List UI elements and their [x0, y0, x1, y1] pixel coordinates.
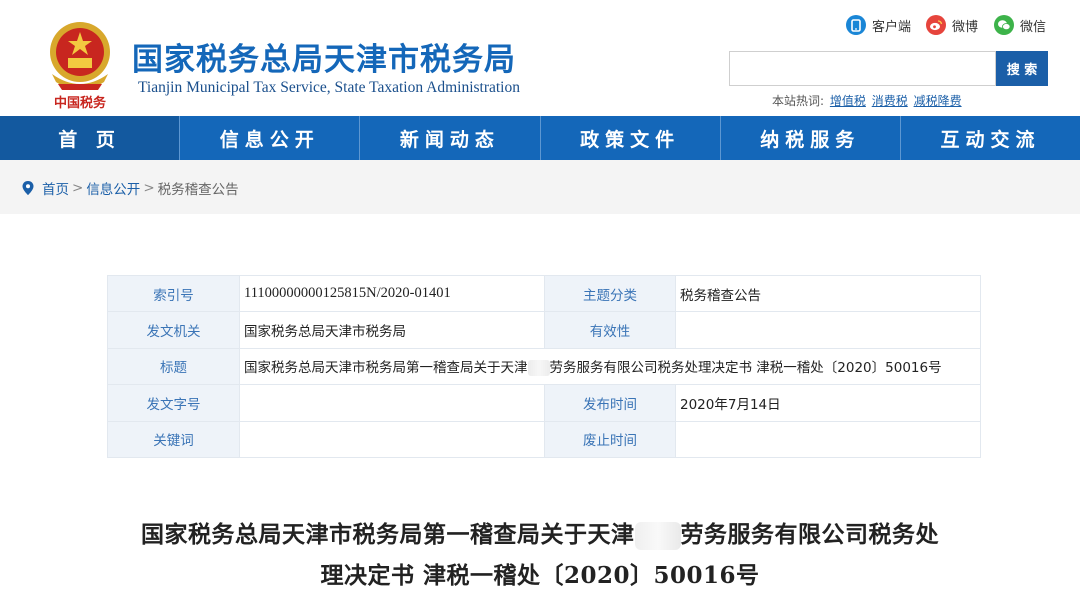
wechat-link[interactable]: 微信	[994, 14, 1046, 36]
docno-label: 发文字号	[107, 384, 240, 422]
hot-keywords: 本站热词: 增值税 消费税 减税降费	[772, 92, 962, 109]
nav-item-news[interactable]: 新闻动态	[360, 116, 541, 160]
issuer-label: 发文机关	[107, 311, 240, 349]
document-metadata-table: 索引号 11100000000125815N/2020-01401 主题分类 税…	[107, 274, 981, 458]
hotword-link[interactable]: 增值税	[830, 94, 866, 108]
breadcrumb-separator: >	[143, 180, 155, 196]
document-title-line2: 理决定书 津税一稽处〔2020〕50016号	[320, 562, 760, 589]
expire-value	[675, 420, 981, 458]
table-row: 发文字号 发布时间 2020年7月14日	[107, 384, 981, 422]
phone-icon	[846, 15, 866, 35]
nav-item-info-disclosure[interactable]: 信息公开	[180, 116, 361, 160]
topic-value: 税务稽查公告	[675, 274, 981, 313]
nav-item-home[interactable]: 首 页	[0, 116, 181, 160]
article-content: 索引号 11100000000125815N/2020-01401 主题分类 税…	[0, 214, 1080, 610]
table-row: 索引号 11100000000125815N/2020-01401 主题分类 税…	[107, 274, 981, 313]
pubdate-value: 2020年7月14日	[675, 384, 981, 422]
weibo-link[interactable]: 微博	[926, 14, 978, 36]
search-button[interactable]: 搜 索	[996, 51, 1048, 86]
client-app-label: 客户端	[872, 19, 912, 35]
keyword-label: 关键词	[107, 420, 240, 458]
nav-item-tax-service[interactable]: 纳税服务	[720, 116, 901, 160]
hotword-link[interactable]: 减税降费	[914, 94, 962, 108]
breadcrumb-current: 税务稽查公告	[157, 182, 239, 198]
hot-keywords-label: 本站热词:	[772, 94, 825, 108]
redacted-text	[527, 360, 550, 377]
table-row: 关键词 废止时间	[107, 420, 981, 458]
breadcrumb-bar: 首页 > 信息公开 > 税务稽查公告	[0, 160, 1080, 214]
breadcrumb-info-disclosure[interactable]: 信息公开	[86, 178, 140, 198]
client-app-link[interactable]: 客户端	[846, 14, 911, 36]
subject-value-end: 劳务服务有限公司税务处理决定书 津税一稽处〔2020〕50016号	[549, 360, 942, 377]
site-title[interactable]: 国家税务总局天津市税务局	[132, 34, 516, 79]
document-title-line1: 国家税务总局天津市税务局第一稽查局关于天津 劳务服务有限公司税务处	[100, 514, 980, 555]
document-title-start: 国家税务总局天津市税务局第一稽查局关于天津	[141, 521, 635, 548]
subject-value-start: 国家税务总局天津市税务局第一稽查局关于天津	[244, 360, 528, 377]
wechat-label: 微信	[1020, 19, 1047, 35]
topic-label: 主题分类	[544, 274, 676, 313]
document-title-mid: 劳务服务有限公司税务处	[680, 521, 939, 548]
national-emblem-logo: 中国税务	[50, 22, 110, 110]
index-label: 索引号	[107, 274, 240, 313]
site-subtitle-en: Tianjin Municipal Tax Service, State Tax…	[138, 79, 520, 96]
issuer-value: 国家税务总局天津市税务局	[239, 311, 545, 349]
nav-item-policy[interactable]: 政策文件	[540, 116, 721, 160]
site-header: 中国税务 国家税务总局天津市税务局 Tianjin Municipal Tax …	[0, 0, 1080, 116]
subject-label: 标题	[107, 347, 240, 386]
expire-label: 废止时间	[544, 420, 676, 458]
validity-value	[675, 311, 981, 349]
emblem-caption: 中国税务	[54, 95, 107, 110]
pubdate-label: 发布时间	[544, 384, 676, 422]
subject-value: 国家税务总局天津市税务局第一稽查局关于天津 劳务服务有限公司税务处理决定书 津税一…	[239, 347, 981, 386]
index-value: 11100000000125815N/2020-01401	[239, 274, 545, 313]
breadcrumb: 首页 > 信息公开 > 税务稽查公告	[22, 178, 239, 198]
nav-item-interaction[interactable]: 互动交流	[900, 116, 1080, 160]
table-row: 发文机关 国家税务总局天津市税务局 有效性	[107, 311, 981, 349]
hotword-link[interactable]: 消费税	[872, 94, 908, 108]
wechat-icon	[994, 15, 1014, 35]
search-input[interactable]	[729, 51, 996, 86]
breadcrumb-separator: >	[72, 180, 84, 196]
keyword-value	[239, 420, 545, 458]
document-title: 国家税务总局天津市税务局第一稽查局关于天津 劳务服务有限公司税务处 理决定书 津税…	[100, 514, 980, 596]
weibo-icon	[926, 15, 946, 35]
table-row: 标题 国家税务总局天津市税务局第一稽查局关于天津 劳务服务有限公司税务处理决定书 …	[107, 347, 981, 386]
docno-value	[239, 384, 545, 422]
redacted-text	[634, 522, 681, 550]
main-nav: 首 页 信息公开 新闻动态 政策文件 纳税服务 互动交流	[0, 116, 1080, 160]
validity-label: 有效性	[544, 311, 676, 349]
location-pin-icon	[22, 181, 34, 195]
breadcrumb-home[interactable]: 首页	[42, 178, 69, 198]
weibo-label: 微博	[952, 19, 979, 35]
